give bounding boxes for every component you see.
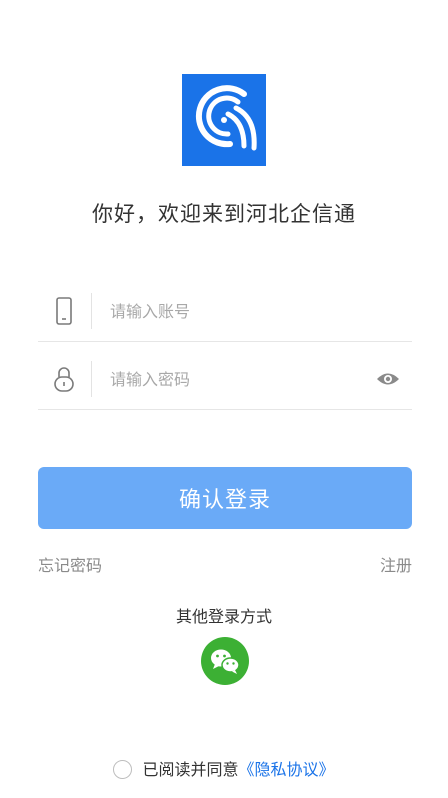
field-divider <box>91 361 92 397</box>
agree-radio[interactable] <box>113 760 133 779</box>
wechat-icon <box>211 649 240 674</box>
agreement-row: 已阅读并同意《隐私协议》 <box>0 756 448 780</box>
register-link[interactable]: 注册 <box>380 552 412 576</box>
password-input[interactable] <box>110 363 360 395</box>
lock-icon <box>52 365 76 393</box>
account-field <box>38 281 412 342</box>
login-button[interactable]: 确认登录 <box>38 467 412 529</box>
other-login-title: 其他登录方式 <box>175 607 272 626</box>
forgot-password-link[interactable]: 忘记密码 <box>38 552 102 576</box>
privacy-policy-link[interactable]: 《隐私协议》 <box>239 760 335 779</box>
agreement-text: 已阅读并同意 <box>142 760 239 779</box>
welcome-title: 你好，欢迎来到河北企信通 <box>92 202 356 226</box>
app-logo-icon <box>182 74 266 166</box>
field-divider <box>91 293 92 329</box>
phone-icon <box>52 297 76 325</box>
account-input[interactable] <box>110 295 360 327</box>
wechat-login-button[interactable] <box>201 637 249 685</box>
password-field <box>38 349 412 410</box>
eye-icon[interactable] <box>376 369 400 389</box>
